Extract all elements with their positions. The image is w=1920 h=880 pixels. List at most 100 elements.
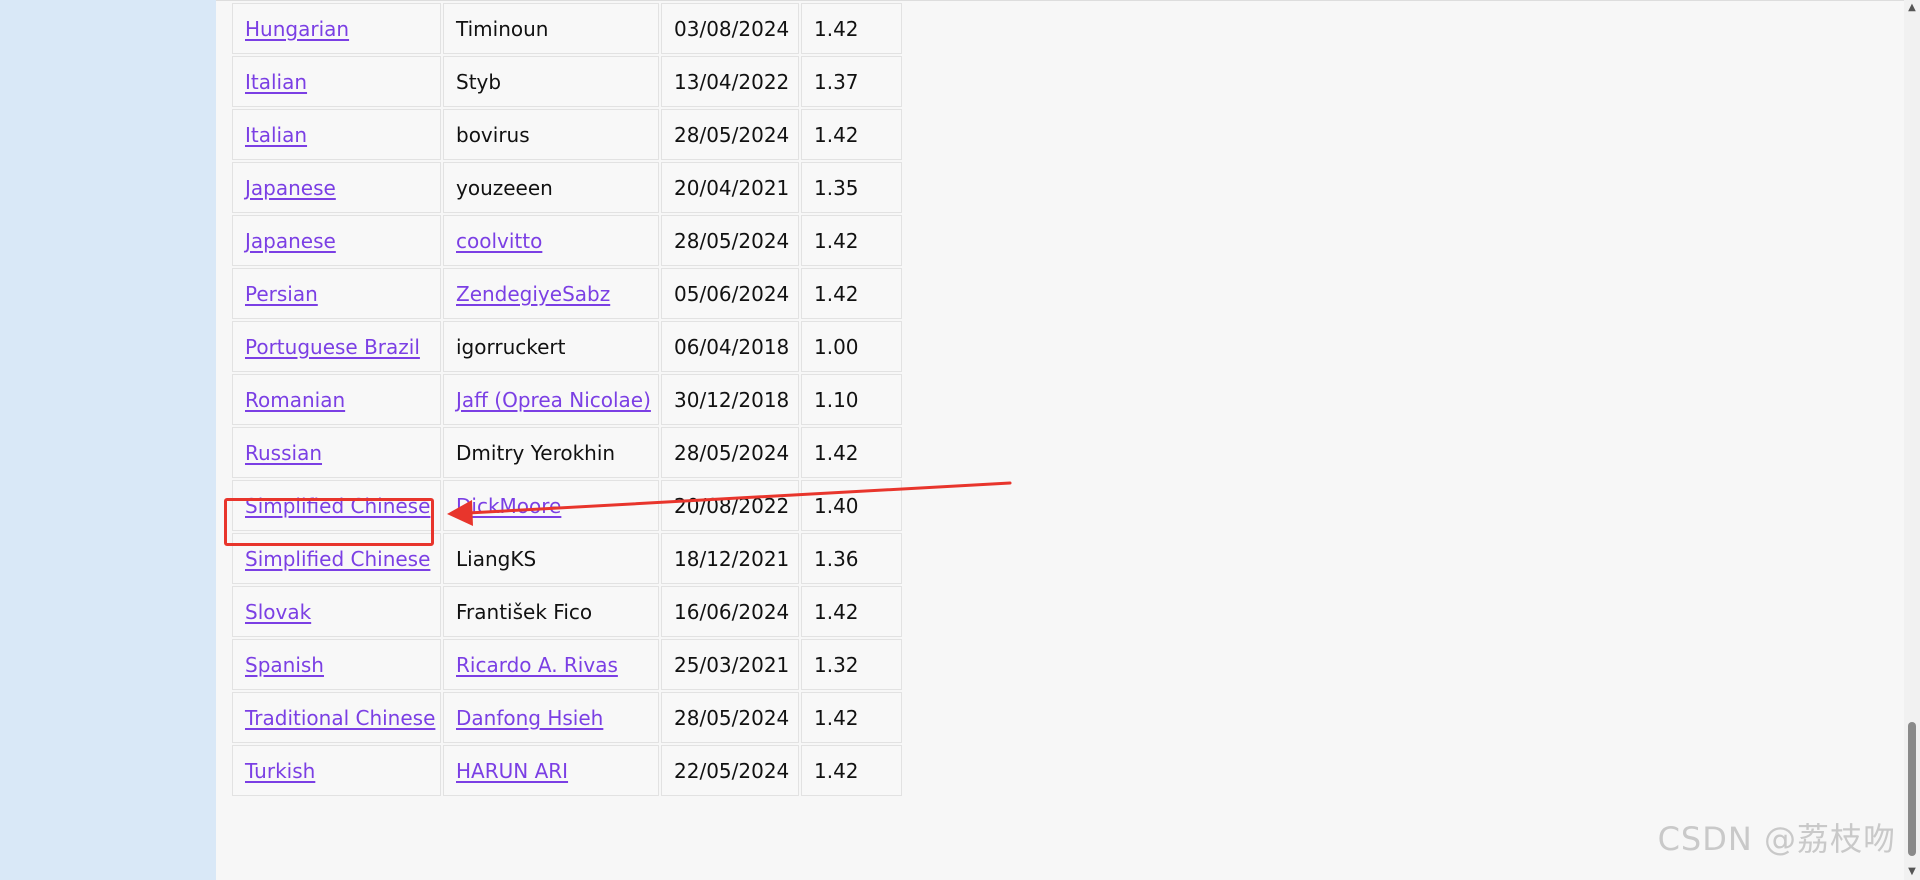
language-cell: Slovak: [232, 586, 441, 637]
language-cell: Japanese: [232, 162, 441, 213]
translator-name: Dmitry Yerokhin: [456, 440, 616, 465]
version-cell: 1.42: [801, 3, 902, 54]
version-cell: 1.35: [801, 162, 902, 213]
language-link[interactable]: Japanese: [245, 229, 336, 253]
main-content: Hungarian Timinoun 03/08/2024 1.42 Italian St…: [216, 0, 1904, 880]
date-cell: 16/06/2024: [661, 586, 799, 637]
language-cell: Turkish: [232, 745, 441, 796]
table-row: Italian bovirus 28/05/2024 1.42: [232, 109, 902, 160]
language-cell: Italian: [232, 109, 441, 160]
language-cell: Japanese: [232, 215, 441, 266]
translator-cell: LiangKS: [443, 533, 659, 584]
translator-name: František Fico: [456, 599, 593, 624]
date-cell: 28/05/2024: [661, 215, 799, 266]
version-cell: 1.36: [801, 533, 902, 584]
version-cell: 1.42: [801, 109, 902, 160]
language-link[interactable]: Turkish: [245, 759, 315, 783]
language-link[interactable]: Russian: [245, 441, 322, 465]
table-row: Portuguese Brazil igorruckert 06/04/2018 1.…: [232, 321, 902, 372]
language-link[interactable]: Persian: [245, 282, 318, 306]
version-cell: 1.42: [801, 745, 902, 796]
translator-cell: DickMoore: [443, 480, 659, 531]
translator-cell: HARUN ARI: [443, 745, 659, 796]
page: Hungarian Timinoun 03/08/2024 1.42 Italian St…: [0, 0, 1920, 880]
version-cell: 1.42: [801, 692, 902, 743]
language-link[interactable]: Italian: [245, 70, 307, 94]
table-row: Japanese coolvitto 28/05/2024 1.42: [232, 215, 902, 266]
version-cell: 1.40: [801, 480, 902, 531]
table-row: Slovak František Fico 16/06/2024 1.42: [232, 586, 902, 637]
version-cell: 1.42: [801, 427, 902, 478]
table-row: Simplified Chinese DickMoore 20/08/2022 1.4…: [232, 480, 902, 531]
translator-name: Styb: [456, 69, 502, 94]
language-link[interactable]: Italian: [245, 123, 307, 147]
table-row: Japanese youzeeen 20/04/2021 1.35: [232, 162, 902, 213]
version-cell: 1.10: [801, 374, 902, 425]
translator-cell: coolvitto: [443, 215, 659, 266]
language-cell: Portuguese Brazil: [232, 321, 441, 372]
language-cell: Russian: [232, 427, 441, 478]
date-cell: 28/05/2024: [661, 109, 799, 160]
translator-name: Timinoun: [456, 16, 549, 41]
language-cell: Simplified Chinese: [232, 480, 441, 531]
language-link[interactable]: Romanian: [245, 388, 345, 412]
date-cell: 18/12/2021: [661, 533, 799, 584]
table-row: Romanian Jaff (Oprea Nicolae) 30/12/2018 1.…: [232, 374, 902, 425]
language-cell: Persian: [232, 268, 441, 319]
version-cell: 1.00: [801, 321, 902, 372]
translator-link[interactable]: coolvitto: [456, 229, 542, 253]
table-row: Traditional Chinese Danfong Hsieh 28/05/20…: [232, 692, 902, 743]
translator-link[interactable]: Danfong Hsieh: [456, 706, 603, 730]
language-link[interactable]: Slovak: [245, 600, 311, 624]
translator-link[interactable]: ZendegiyeSabz: [456, 282, 610, 306]
translator-cell: Timinoun: [443, 3, 659, 54]
language-link[interactable]: Hungarian: [245, 17, 349, 41]
language-cell: Simplified Chinese: [232, 533, 441, 584]
language-link[interactable]: Japanese: [245, 176, 336, 200]
translator-cell: František Fico: [443, 586, 659, 637]
date-cell: 06/04/2018: [661, 321, 799, 372]
translator-cell: Jaff (Oprea Nicolae): [443, 374, 659, 425]
translator-link[interactable]: Jaff (Oprea Nicolae): [456, 388, 651, 412]
language-cell: Romanian: [232, 374, 441, 425]
language-link[interactable]: Simplified Chinese: [245, 547, 430, 571]
version-cell: 1.32: [801, 639, 902, 690]
date-cell: 22/05/2024: [661, 745, 799, 796]
language-cell: Traditional Chinese: [232, 692, 441, 743]
translations-table-body: Hungarian Timinoun 03/08/2024 1.42 Italian St…: [232, 3, 902, 796]
date-cell: 13/04/2022: [661, 56, 799, 107]
translator-cell: Danfong Hsieh: [443, 692, 659, 743]
table-row: Russian Dmitry Yerokhin 28/05/2024 1.42: [232, 427, 902, 478]
date-cell: 03/08/2024: [661, 3, 799, 54]
version-cell: 1.42: [801, 215, 902, 266]
translator-link[interactable]: DickMoore: [456, 494, 561, 518]
left-sidebar: [0, 0, 216, 880]
language-link[interactable]: Portuguese Brazil: [245, 335, 420, 359]
date-cell: 28/05/2024: [661, 692, 799, 743]
translator-cell: Ricardo A. Rivas: [443, 639, 659, 690]
translator-link[interactable]: Ricardo A. Rivas: [456, 653, 618, 677]
translations-table: Hungarian Timinoun 03/08/2024 1.42 Italian St…: [230, 1, 904, 798]
translator-link[interactable]: HARUN ARI: [456, 759, 568, 783]
date-cell: 20/08/2022: [661, 480, 799, 531]
language-link[interactable]: Simplified Chinese: [245, 494, 430, 518]
language-link[interactable]: Spanish: [245, 653, 324, 677]
language-cell: Hungarian: [232, 3, 441, 54]
translator-cell: Styb: [443, 56, 659, 107]
language-cell: Italian: [232, 56, 441, 107]
translator-cell: Dmitry Yerokhin: [443, 427, 659, 478]
scroll-up-arrow-icon[interactable]: ▲: [1904, 0, 1920, 16]
translator-name: youzeeen: [456, 175, 553, 200]
date-cell: 20/04/2021: [661, 162, 799, 213]
table-row: Hungarian Timinoun 03/08/2024 1.42: [232, 3, 902, 54]
scroll-down-arrow-icon[interactable]: ▼: [1904, 864, 1920, 880]
language-link[interactable]: Traditional Chinese: [245, 706, 435, 730]
date-cell: 05/06/2024: [661, 268, 799, 319]
table-row: Spanish Ricardo A. Rivas 25/03/2021 1.32: [232, 639, 902, 690]
vertical-scrollbar[interactable]: ▲ ▼: [1904, 0, 1920, 880]
translator-cell: bovirus: [443, 109, 659, 160]
version-cell: 1.37: [801, 56, 902, 107]
translator-name: LiangKS: [456, 546, 537, 571]
date-cell: 25/03/2021: [661, 639, 799, 690]
scrollbar-thumb[interactable]: [1908, 722, 1916, 856]
